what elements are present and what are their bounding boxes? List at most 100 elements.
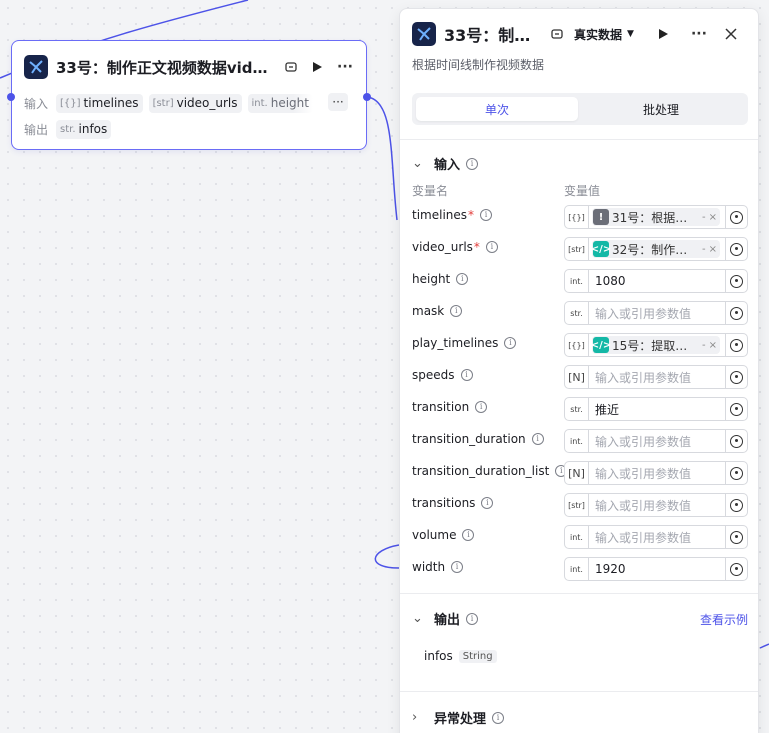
param-value[interactable]: 1080 <box>589 274 725 288</box>
param-type[interactable]: [N] <box>565 462 589 484</box>
param-input[interactable]: int. 输入或引用参数值 <box>564 429 748 453</box>
test-tube-icon[interactable] <box>280 56 302 78</box>
reference-target-icon[interactable] <box>725 462 747 484</box>
node-input-tag: [{}] timelines <box>56 93 143 113</box>
remove-icon[interactable]: × <box>709 340 717 351</box>
tab-batch[interactable]: 批处理 <box>580 97 742 121</box>
info-icon[interactable]: i <box>451 561 464 573</box>
param-input[interactable]: [str] 输入或引用参数值 <box>564 493 748 517</box>
code-icon: </> <box>591 337 611 353</box>
info-icon[interactable]: i <box>462 529 475 541</box>
info-icon[interactable]: i <box>481 497 494 509</box>
workflow-node-33[interactable]: 33号：制作正文视频数据video_infos ··· 输入 [{}]timel… <box>7 40 371 150</box>
reference-target-icon[interactable] <box>725 526 747 548</box>
param-value[interactable]: 推近 <box>589 401 725 418</box>
param-type[interactable]: int. <box>565 558 589 580</box>
reference-target-icon[interactable] <box>725 206 747 228</box>
param-type[interactable]: [N] <box>565 366 589 388</box>
param-type[interactable]: [str] <box>565 494 589 516</box>
param-value[interactable]: 输入或引用参数值 <box>589 369 725 386</box>
remove-icon[interactable]: × <box>709 244 717 255</box>
output-section-title: 输出 <box>434 613 461 628</box>
param-name: mask i <box>412 304 463 318</box>
panel-more-menu-icon[interactable]: ··· <box>688 23 710 45</box>
param-value[interactable]: 输入或引用参数值 <box>589 465 725 482</box>
info-icon[interactable]: i <box>504 337 517 349</box>
param-input[interactable]: int. 1080 <box>564 269 748 293</box>
node-more-menu-icon[interactable]: ··· <box>334 56 356 78</box>
info-icon[interactable]: i <box>466 157 479 170</box>
param-input[interactable]: [{}]!31号：根据视频时长...-× <box>564 205 748 229</box>
reference-target-icon[interactable] <box>725 302 747 324</box>
reference-target-icon[interactable] <box>725 270 747 292</box>
info-icon[interactable]: i <box>492 711 505 724</box>
data-mode-select[interactable]: 真实数据 ▼ <box>550 26 634 43</box>
param-type[interactable]: int. <box>565 430 589 452</box>
input-row-label: 输入 <box>24 96 49 111</box>
param-input[interactable]: str. 输入或引用参数值 <box>564 301 748 325</box>
input-section-title: 输入 <box>434 158 461 173</box>
param-input[interactable]: [str]</>32号：制作转场视频...-× <box>564 237 748 261</box>
param-value[interactable]: 输入或引用参数值 <box>589 305 725 322</box>
param-name: speeds i <box>412 368 473 382</box>
param-name: play_timelines i <box>412 336 517 350</box>
output-section-header[interactable]: ⌄ 输出 i <box>412 609 479 628</box>
required-mark: * <box>473 240 480 254</box>
param-input[interactable]: [N] 输入或引用参数值 <box>564 461 748 485</box>
param-value[interactable]: 1920 <box>589 562 725 576</box>
reference-chip[interactable]: </>15号：提取配音时间线-× <box>591 336 720 354</box>
reference-target-icon[interactable] <box>725 366 747 388</box>
error-section-header[interactable]: › 异常处理 i <box>412 708 505 727</box>
test-tube-icon <box>551 29 563 39</box>
run-node-button[interactable] <box>306 56 328 78</box>
param-name: volume i <box>412 528 475 542</box>
panel-description: 根据时间线制作视频数据 <box>412 58 545 72</box>
mode-tabs: 单次 批处理 <box>412 93 748 125</box>
param-type[interactable]: int. <box>565 270 589 292</box>
info-icon[interactable]: i <box>485 241 498 253</box>
reference-target-icon[interactable] <box>725 334 747 356</box>
param-type[interactable]: [{}] <box>565 334 589 356</box>
info-icon[interactable]: i <box>475 401 488 413</box>
param-input[interactable]: int. 1920 <box>564 557 748 581</box>
param-type[interactable]: str. <box>565 302 589 324</box>
param-row-video-urls: video_urls*i[str]</>32号：制作转场视频...-× <box>412 237 748 261</box>
error-section-title: 异常处理 <box>434 712 487 727</box>
input-section-header[interactable]: ⌄ 输入 i <box>412 154 479 173</box>
param-type[interactable]: [{}] <box>565 206 589 228</box>
close-icon[interactable] <box>720 23 742 45</box>
param-value[interactable]: 输入或引用参数值 <box>589 433 725 450</box>
param-input[interactable]: [N] 输入或引用参数值 <box>564 365 748 389</box>
info-icon[interactable]: i <box>466 612 479 625</box>
reference-chip[interactable]: !31号：根据视频时长...-× <box>592 208 720 226</box>
param-value[interactable]: 输入或引用参数值 <box>589 497 725 514</box>
reference-target-icon[interactable] <box>725 494 747 516</box>
tab-single[interactable]: 单次 <box>416 97 578 121</box>
param-type[interactable]: [str] <box>565 238 589 260</box>
param-value[interactable]: 输入或引用参数值 <box>589 529 725 546</box>
param-type[interactable]: int. <box>565 526 589 548</box>
info-icon[interactable]: i <box>456 273 469 285</box>
view-example-link[interactable]: 查看示例 <box>700 611 748 628</box>
reference-target-icon[interactable] <box>725 398 747 420</box>
remove-icon[interactable]: × <box>709 212 717 223</box>
reference-chip[interactable]: </>32号：制作转场视频...-× <box>591 240 720 258</box>
output-port[interactable] <box>363 93 371 101</box>
param-input[interactable]: [{}]</>15号：提取配音时间线-× <box>564 333 748 357</box>
info-icon[interactable]: i <box>531 433 544 445</box>
info-icon[interactable]: i <box>480 209 493 221</box>
reference-target-icon[interactable] <box>725 430 747 452</box>
node-output-row: 输出 str. infos <box>24 119 117 139</box>
param-input[interactable]: int. 输入或引用参数值 <box>564 525 748 549</box>
node-input-more-button[interactable]: ··· <box>328 93 348 111</box>
divider <box>400 139 758 140</box>
param-input[interactable]: str. 推近 <box>564 397 748 421</box>
info-icon[interactable]: i <box>450 305 463 317</box>
reference-target-icon[interactable] <box>725 558 747 580</box>
param-type[interactable]: str. <box>565 398 589 420</box>
input-port[interactable] <box>7 93 15 101</box>
caret-down-icon: ▼ <box>627 29 634 39</box>
run-panel-button[interactable] <box>652 23 674 45</box>
reference-target-icon[interactable] <box>725 238 747 260</box>
info-icon[interactable]: i <box>460 369 473 381</box>
